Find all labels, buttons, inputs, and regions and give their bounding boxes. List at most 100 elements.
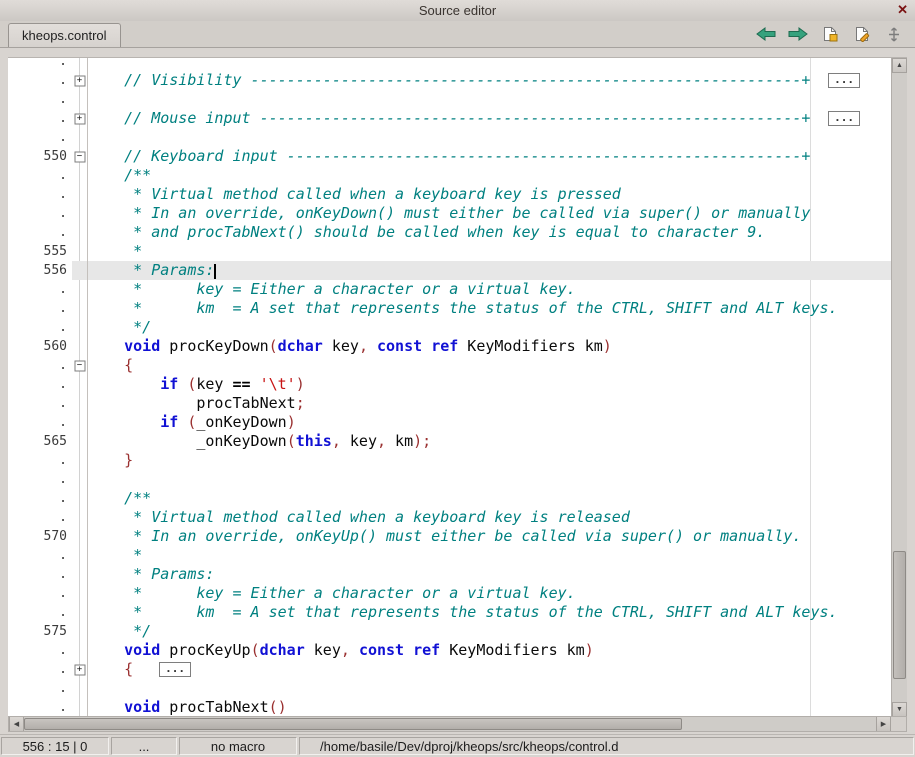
horizontal-scrollbar[interactable]: ◀ ▶ — [8, 716, 907, 732]
line-number: . — [8, 282, 72, 297]
line-number: . — [8, 301, 72, 316]
fold-collapse-marker-icon[interactable]: − — [74, 151, 85, 162]
save-document-as-button[interactable] — [851, 25, 873, 43]
fold-expand-marker-icon[interactable]: + — [74, 113, 85, 124]
code-text[interactable]: { — [88, 356, 891, 375]
caret-position-panel: 556 : 15 | 0 — [1, 737, 109, 755]
code-text[interactable]: procTabNext; — [88, 394, 891, 413]
line-number: . — [8, 358, 72, 373]
code-text[interactable]: * Virtual method called when a keyboard … — [88, 185, 891, 204]
fold-expand-marker-icon[interactable]: + — [74, 664, 85, 675]
code-text[interactable]: * km = A set that represents the status … — [88, 299, 891, 318]
code-text[interactable]: void procKeyUp(dchar key, const ref KeyM… — [88, 641, 891, 660]
fold-gutter — [72, 280, 88, 299]
code-line: . } — [8, 451, 891, 470]
code-text[interactable]: void procTabNext() — [88, 698, 891, 717]
detach-window-button[interactable] — [883, 25, 905, 43]
detach-icon — [888, 27, 900, 42]
code-text[interactable]: */ — [88, 318, 891, 337]
fold-collapse-marker-icon[interactable]: − — [74, 360, 85, 371]
line-number: . — [8, 415, 72, 430]
collapsed-fold-dots[interactable]: ... — [828, 111, 860, 126]
collapsed-fold-dots[interactable]: ... — [159, 662, 191, 677]
scroll-down-button[interactable]: ▼ — [892, 702, 907, 717]
vertical-scrollbar[interactable]: ▲ ▼ — [891, 58, 907, 717]
fold-gutter — [72, 489, 88, 508]
fold-gutter — [72, 641, 88, 660]
fold-gutter — [72, 223, 88, 242]
code-text[interactable]: * key = Either a character or a virtual … — [88, 584, 891, 603]
fold-gutter — [72, 242, 88, 261]
fold-expand-marker-icon[interactable]: + — [74, 75, 85, 86]
line-number: . — [8, 73, 72, 88]
fold-gutter — [72, 546, 88, 565]
code-text[interactable]: void procKeyDown(dchar key, const ref Ke… — [88, 337, 891, 356]
scroll-left-button[interactable]: ◀ — [9, 717, 24, 731]
code-text[interactable]: * — [88, 546, 891, 565]
code-line: . void procTabNext() — [8, 698, 891, 717]
fold-gutter — [72, 584, 88, 603]
line-number: . — [8, 567, 72, 582]
line-number: . — [8, 58, 72, 69]
code-line: . void procKeyUp(dchar key, const ref Ke… — [8, 641, 891, 660]
tab-label: kheops.control — [22, 28, 107, 43]
vertical-scroll-trough[interactable] — [892, 73, 907, 702]
fold-gutter — [72, 413, 88, 432]
horizontal-scroll-trough[interactable] — [24, 717, 876, 731]
fold-gutter[interactable]: − — [72, 147, 88, 166]
tab-kheops-control[interactable]: kheops.control — [8, 23, 121, 47]
code-text[interactable]: * Virtual method called when a keyboard … — [88, 508, 891, 527]
save-document-button[interactable] — [819, 25, 841, 43]
scroll-up-button[interactable]: ▲ — [892, 58, 907, 73]
fold-gutter[interactable]: + — [72, 71, 88, 90]
code-text[interactable]: * In an override, onKeyDown() must eithe… — [88, 204, 891, 223]
code-line: .+ // Mouse input ----------------------… — [8, 109, 891, 128]
line-number: . — [8, 320, 72, 335]
window-titlebar[interactable]: Source editor ✕ — [0, 0, 915, 22]
code-line: . — [8, 679, 891, 698]
close-icon[interactable]: ✕ — [897, 2, 908, 18]
line-number: . — [8, 187, 72, 202]
line-number: 560 — [8, 339, 72, 354]
code-line: .+ // Visibility -----------------------… — [8, 71, 891, 90]
horizontal-scroll-thumb[interactable] — [24, 718, 682, 730]
code-line: . * Virtual method called when a keyboar… — [8, 185, 891, 204]
fold-gutter[interactable]: + — [72, 109, 88, 128]
next-location-button[interactable] — [787, 25, 809, 43]
code-text[interactable]: */ — [88, 622, 891, 641]
code-text[interactable]: * key = Either a character or a virtual … — [88, 280, 891, 299]
line-number: . — [8, 643, 72, 658]
code-text[interactable]: * and procTabNext() should be called whe… — [88, 223, 891, 242]
code-text[interactable]: /** — [88, 489, 891, 508]
code-text[interactable]: * km = A set that represents the status … — [88, 603, 891, 622]
code-text[interactable]: if (key == '\t') — [88, 375, 891, 394]
code-text[interactable]: * Params: — [88, 261, 891, 280]
up-arrow-icon: ▲ — [896, 62, 903, 69]
line-number: 565 — [8, 434, 72, 449]
fold-gutter — [72, 261, 88, 280]
previous-location-button[interactable] — [755, 25, 777, 43]
fold-gutter — [72, 299, 88, 318]
code-text[interactable]: if (_onKeyDown) — [88, 413, 891, 432]
code-line: . * In an override, onKeyDown() must eit… — [8, 204, 891, 223]
vertical-scroll-thumb[interactable] — [893, 551, 906, 679]
code-text[interactable]: } — [88, 451, 891, 470]
code-area[interactable]: ..+ // Visibility ----------------------… — [8, 58, 891, 717]
code-text[interactable]: // Mouse input -------------------------… — [88, 109, 891, 128]
fold-gutter — [72, 622, 88, 641]
code-text[interactable]: /** — [88, 166, 891, 185]
code-text[interactable]: * Params: — [88, 565, 891, 584]
line-number: 556 — [8, 263, 72, 278]
code-text[interactable]: {... — [88, 660, 891, 679]
collapsed-fold-dots[interactable]: ... — [828, 73, 860, 88]
code-text[interactable]: // Visibility --------------------------… — [88, 71, 891, 90]
code-text[interactable]: // Keyboard input ----------------------… — [88, 147, 891, 166]
code-text[interactable]: _onKeyDown(this, key, km); — [88, 432, 891, 451]
code-text[interactable]: * — [88, 242, 891, 261]
code-text[interactable]: * In an override, onKeyUp() must either … — [88, 527, 891, 546]
code-line: . * key = Either a character or a virtua… — [8, 584, 891, 603]
fold-gutter — [72, 58, 88, 71]
scroll-right-button[interactable]: ▶ — [876, 717, 891, 731]
fold-gutter[interactable]: − — [72, 356, 88, 375]
fold-gutter[interactable]: + — [72, 660, 88, 679]
